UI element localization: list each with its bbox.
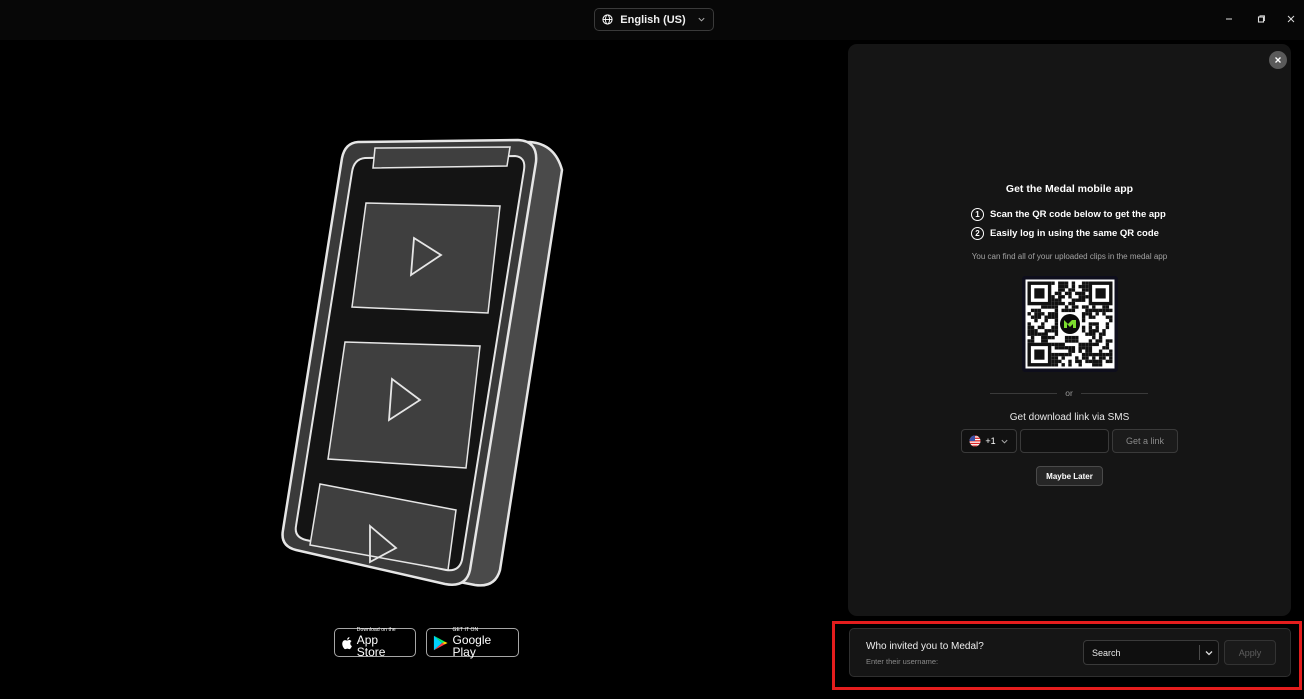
invite-referral-box: Who invited you to Medal? Enter their us… — [849, 628, 1291, 677]
step-2-number: 2 — [971, 227, 984, 240]
step-1-text: Scan the QR code below to get the app — [990, 209, 1166, 220]
qr-code[interactable] — [1022, 276, 1118, 372]
get-link-button[interactable]: Get a link — [1112, 429, 1178, 453]
app-store-big-text: App Store — [356, 632, 386, 659]
phone-number-input[interactable] — [1020, 429, 1109, 453]
or-text: or — [1065, 388, 1073, 398]
panel-hint: You can find all of your uploaded clips … — [971, 252, 1168, 261]
globe-icon — [602, 14, 613, 25]
invite-title: Who invited you to Medal? — [866, 641, 984, 652]
mobile-app-panel: Get the Medal mobile app 1 Scan the QR c… — [848, 44, 1291, 616]
title-bar: English (US) — [0, 0, 1304, 40]
panel-title: Get the Medal mobile app — [1005, 183, 1134, 195]
language-label: English (US) — [620, 13, 686, 26]
country-code-select[interactable]: +1 — [961, 429, 1017, 453]
close-panel-button[interactable] — [1269, 51, 1287, 69]
chevron-down-icon — [698, 17, 705, 22]
chevron-down-icon — [1001, 439, 1008, 444]
app-store-badge[interactable]: Download on the App Store — [334, 626, 416, 659]
close-window-icon[interactable] — [1284, 12, 1298, 26]
google-play-small-text: GET IT ON — [452, 626, 479, 633]
maybe-later-button[interactable]: Maybe Later — [1036, 466, 1103, 486]
username-search-select[interactable]: Search — [1083, 640, 1219, 665]
us-flag-icon — [969, 435, 981, 447]
sms-label: Get download link via SMS — [1009, 412, 1130, 423]
chevron-down-icon — [1205, 650, 1213, 655]
step-2-text: Easily log in using the same QR code — [990, 228, 1159, 239]
restore-icon[interactable] — [1254, 12, 1268, 26]
minimize-icon[interactable] — [1222, 12, 1236, 26]
language-select[interactable]: English (US) — [594, 8, 714, 31]
country-code: +1 — [985, 436, 996, 446]
close-icon — [1275, 57, 1281, 63]
qr-code-image — [1025, 279, 1115, 369]
step-1: 1 Scan the QR code below to get the app — [971, 208, 1166, 221]
app-store-small-text: Download on the — [356, 626, 396, 633]
phone-illustration — [281, 138, 564, 587]
apply-button[interactable]: Apply — [1224, 640, 1276, 665]
search-value: Search — [1092, 647, 1121, 658]
google-play-icon — [433, 635, 448, 650]
or-divider: or — [990, 388, 1148, 398]
step-2: 2 Easily log in using the same QR code — [971, 227, 1159, 240]
google-play-badge[interactable]: GET IT ON Google Play — [426, 626, 519, 659]
google-play-big-text: Google Play — [452, 632, 492, 659]
step-1-number: 1 — [971, 208, 984, 221]
invite-subtitle: Enter their username: — [866, 657, 939, 666]
apple-icon — [342, 636, 352, 649]
